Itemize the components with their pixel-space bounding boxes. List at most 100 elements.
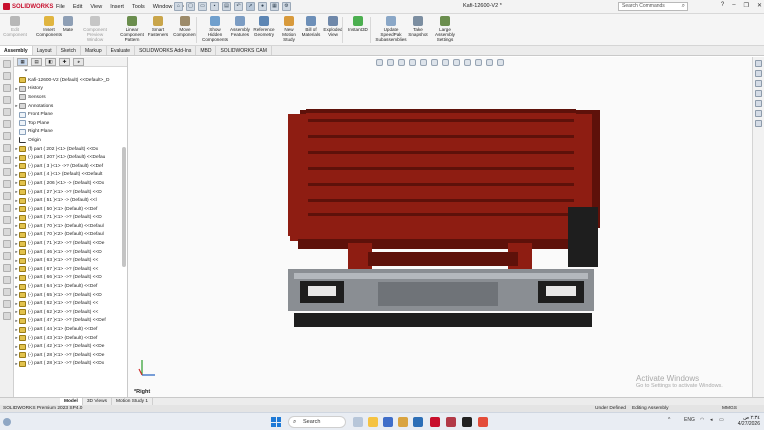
quick-snaps-icon[interactable] bbox=[2, 264, 11, 272]
file-explorer-app-icon[interactable] bbox=[368, 417, 378, 427]
tree-item-right-plane[interactable]: Right Plane bbox=[14, 128, 127, 137]
outlook-app-icon[interactable] bbox=[383, 417, 393, 427]
tree-part-item[interactable]: ▸ (-) part ( 66 )<1> ->? (Default) <<D bbox=[14, 274, 127, 283]
battery-icon[interactable]: ▭ bbox=[719, 417, 724, 423]
view-palette-icon[interactable] bbox=[755, 90, 762, 97]
rebuild-icon[interactable]: ● bbox=[258, 2, 267, 11]
rapid-sketch-icon[interactable] bbox=[2, 276, 11, 284]
wifi-icon[interactable]: ◠ bbox=[700, 417, 704, 423]
open-folder-icon[interactable]: ▭ bbox=[198, 2, 207, 11]
tree-part-item[interactable]: ▸ (-) part ( 65 )<1> ->? (Default) <<D bbox=[14, 291, 127, 300]
repair-sketch-icon[interactable] bbox=[2, 252, 11, 260]
menu-window[interactable]: Window bbox=[153, 4, 173, 10]
search-commands-input[interactable]: Search Commands ⌕ bbox=[618, 2, 688, 11]
new-motion-study-button[interactable]: New Motion Study bbox=[278, 16, 300, 42]
tree-part-item[interactable]: ▸ (-) part ( 63 )<1> ->? (Default) << bbox=[14, 256, 127, 265]
tree-part-item[interactable]: ▸ (-) part ( 67 )<1> ->? (Default) << bbox=[14, 265, 127, 274]
tree-part-item[interactable]: ▸ (-) part ( 71 )<1> ->? (Default) <<D bbox=[14, 214, 127, 223]
solidworks-logo[interactable]: SOLIDWORKS bbox=[0, 3, 54, 10]
exploded-view-button[interactable]: Exploded View bbox=[322, 16, 344, 37]
bill-of-materials-button[interactable]: Bill of Materials bbox=[301, 16, 321, 37]
tree-part-item[interactable]: ▸ (-) part ( 51 )<1> -> (Default) <<l bbox=[14, 196, 127, 205]
model-tab-model[interactable]: Model bbox=[60, 398, 83, 405]
tab-sketch[interactable]: Sketch bbox=[57, 46, 81, 55]
mail-app-icon[interactable] bbox=[413, 417, 423, 427]
line-tool-icon[interactable] bbox=[2, 84, 11, 92]
tree-item-origin[interactable]: Origin bbox=[14, 136, 127, 145]
solidworks-forum-icon[interactable] bbox=[755, 120, 762, 127]
tree-part-item[interactable]: ▸ (-) part ( 62 )<2> ->? (Default) << bbox=[14, 308, 127, 317]
trailer-model-3d[interactable] bbox=[128, 57, 752, 397]
trim-tool-icon[interactable] bbox=[2, 144, 11, 152]
tab-layout[interactable]: Layout bbox=[33, 46, 57, 55]
mate-button[interactable]: Mate bbox=[60, 16, 76, 32]
edit-component-button[interactable]: Edit Component bbox=[2, 16, 28, 37]
language-indicator[interactable]: ENG bbox=[684, 417, 695, 423]
file-properties-icon[interactable]: ▦ bbox=[270, 2, 279, 11]
design-library-icon[interactable] bbox=[755, 70, 762, 77]
tree-part-item[interactable]: ▸ (-) part ( 46 )<1> ->? (Default) <<D bbox=[14, 248, 127, 257]
close-button[interactable]: ✕ bbox=[757, 2, 762, 9]
chrome-app-icon[interactable] bbox=[478, 417, 488, 427]
tab-evaluate[interactable]: Evaluate bbox=[107, 46, 136, 55]
property-manager-tab-icon[interactable]: ▤ bbox=[31, 58, 42, 66]
volume-icon[interactable]: ◂ bbox=[710, 417, 713, 423]
assembly-features-button[interactable]: Assembly Features bbox=[228, 16, 252, 37]
pattern-tool-icon[interactable] bbox=[2, 180, 11, 188]
mass-properties-icon[interactable] bbox=[2, 300, 11, 308]
solidworks-resources-icon[interactable] bbox=[755, 60, 762, 67]
rectangle-tool-icon[interactable] bbox=[2, 96, 11, 104]
mirror-tool-icon[interactable] bbox=[2, 168, 11, 176]
move-component-button[interactable]: Move Component bbox=[172, 16, 198, 37]
tab-markup[interactable]: Markup bbox=[81, 46, 107, 55]
tray-chevron-icon[interactable]: ^ bbox=[668, 417, 670, 423]
menu-view[interactable]: View bbox=[90, 4, 102, 10]
tree-item-history[interactable]: ▸ History bbox=[14, 85, 127, 94]
tree-part-item[interactable]: ▸ (-) part ( 28 )<1> ->? (Default) <<De bbox=[14, 351, 127, 360]
spline-tool-icon[interactable] bbox=[2, 132, 11, 140]
tree-part-item[interactable]: ▸ (-) part ( 4 )<1> (Default) <<Default bbox=[14, 171, 127, 180]
solidworks-app-icon[interactable] bbox=[430, 417, 440, 427]
configuration-manager-tab-icon[interactable]: ◧ bbox=[45, 58, 56, 66]
appearances-scenes-icon[interactable] bbox=[755, 100, 762, 107]
tree-filter-icon[interactable]: ⏷ bbox=[14, 67, 127, 76]
menu-insert[interactable]: Insert bbox=[110, 4, 124, 10]
measure-icon[interactable] bbox=[2, 288, 11, 296]
circle-tool-icon[interactable] bbox=[2, 108, 11, 116]
weather-icon[interactable] bbox=[3, 418, 11, 426]
tree-part-item[interactable]: ▸ (-) part ( 42 )<1> ->? (Default) <<De bbox=[14, 342, 127, 351]
tree-part-item[interactable]: ▸ (-) part ( 43 )<1> (Default) <<Def bbox=[14, 334, 127, 343]
display-manager-tab-icon[interactable]: ◕ bbox=[73, 58, 84, 66]
select-arrow-icon[interactable]: ➚ bbox=[246, 2, 255, 11]
help-icon[interactable]: ? bbox=[721, 2, 724, 9]
file-explorer-icon[interactable] bbox=[755, 80, 762, 87]
tree-part-item[interactable]: ▸ (-) part ( 3 )<1> ->? (Default) <<Def bbox=[14, 162, 127, 171]
restore-button[interactable]: ❐ bbox=[744, 2, 749, 9]
tree-part-item[interactable]: ▸ (-) part ( 71 )<2> ->? (Default) <<De bbox=[14, 239, 127, 248]
arc-tool-icon[interactable] bbox=[2, 120, 11, 128]
tree-part-item[interactable]: ▸ (-) part ( 62 )<1> ->? (Default) << bbox=[14, 299, 127, 308]
graphics-area[interactable]: *Right Activate Windows Go to Settings t… bbox=[128, 57, 752, 397]
dimxpert-tab-icon[interactable]: ✚ bbox=[59, 58, 70, 66]
menu-file[interactable]: File bbox=[56, 4, 65, 10]
tree-item-front-plane[interactable]: Front Plane bbox=[14, 110, 127, 119]
insert-components-button[interactable]: Insert Components bbox=[36, 16, 62, 37]
tree-part-item[interactable]: ▸ (-) part ( 44 )<1> (Default) <<Def bbox=[14, 325, 127, 334]
text-tool-icon[interactable] bbox=[2, 216, 11, 224]
print-icon[interactable]: ▤ bbox=[222, 2, 231, 11]
large-assembly-settings-button[interactable]: Large Assembly Settings bbox=[430, 16, 460, 42]
interference-icon[interactable] bbox=[2, 312, 11, 320]
menu-tools[interactable]: Tools bbox=[132, 4, 145, 10]
take-snapshot-button[interactable]: Take Snapshot bbox=[408, 16, 428, 37]
tree-part-item[interactable]: ▸ (-) part ( 70 )<1> (Default) <<Defaul bbox=[14, 222, 127, 231]
tree-item-sensors[interactable]: Sensors bbox=[14, 93, 127, 102]
pdf-app-icon[interactable] bbox=[446, 417, 456, 427]
tree-part-item[interactable]: ▸ (-) part ( 64 )<1> (Default) <<Def bbox=[14, 282, 127, 291]
options-gear-icon[interactable]: ⚙ bbox=[282, 2, 291, 11]
tree-item-annotations[interactable]: ▸ Annotations bbox=[14, 102, 127, 111]
undo-icon[interactable]: ↶ bbox=[234, 2, 243, 11]
task-view-icon[interactable] bbox=[353, 417, 363, 427]
menu-edit[interactable]: Edit bbox=[73, 4, 82, 10]
tab-mbd[interactable]: MBD bbox=[196, 46, 217, 55]
feature-manager-tab-icon[interactable]: ▦ bbox=[17, 58, 28, 66]
